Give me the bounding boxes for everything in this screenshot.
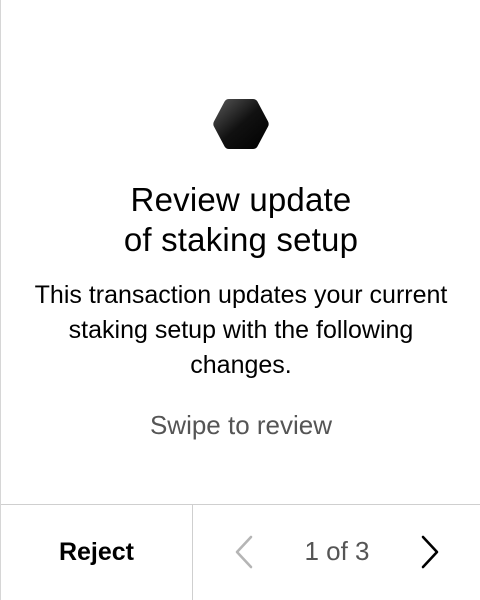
chevron-right-icon[interactable] — [415, 534, 445, 570]
review-screen: Review update of staking setup This tran… — [0, 0, 480, 600]
swipe-hint: Swipe to review — [149, 410, 333, 440]
reject-button[interactable]: Reject — [1, 505, 193, 600]
footer-bar: Reject 1 of 3 — [1, 504, 480, 600]
page-indicator: 1 of 3 — [304, 536, 370, 566]
review-content[interactable]: Review update of staking setup This tran… — [1, 0, 480, 504]
chevron-left-icon[interactable] — [229, 534, 259, 570]
review-description: This transaction updates your current st… — [34, 281, 448, 379]
page-title: Review update of staking setup — [123, 181, 359, 258]
hexagon-logo-icon — [213, 99, 269, 149]
pager: 1 of 3 — [193, 505, 480, 600]
